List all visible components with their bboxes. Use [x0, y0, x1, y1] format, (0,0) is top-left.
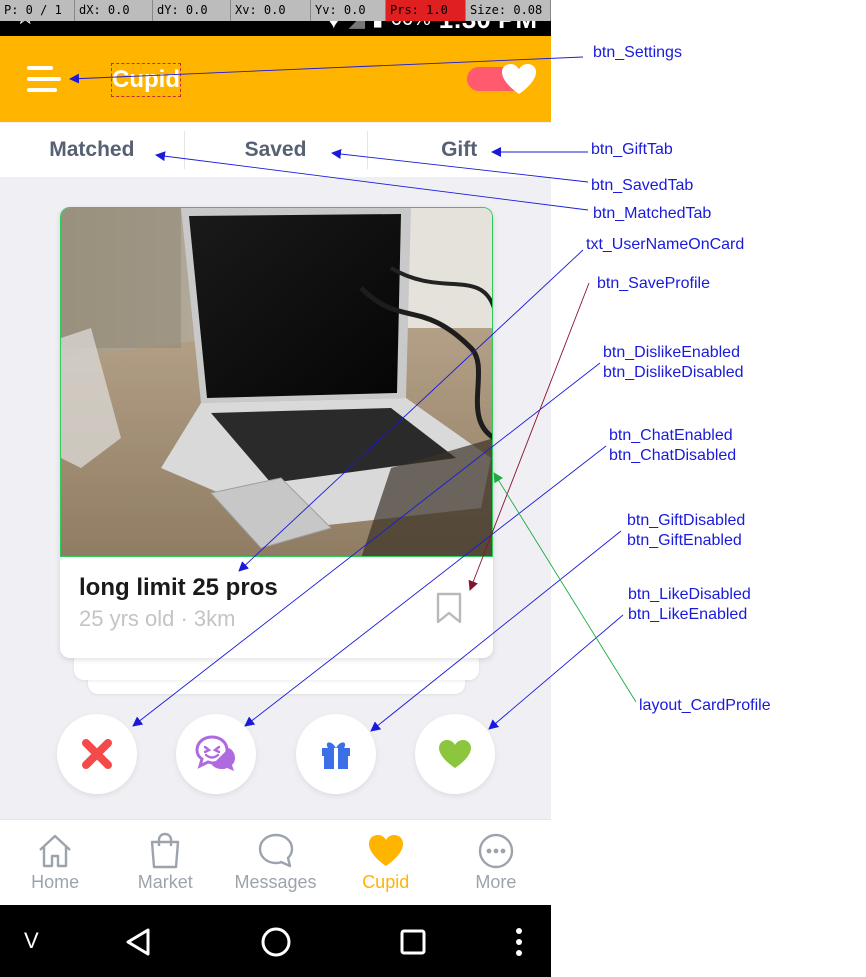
keyboard-hide-button[interactable]: V [24, 928, 39, 954]
laptop-photo-image [61, 208, 492, 556]
save-profile-bookmark-icon[interactable] [436, 592, 462, 624]
heart-icon [439, 740, 471, 768]
annotation-settings: btn_Settings [593, 44, 682, 61]
annotation-gift-disabled: btn_GiftDisabled [627, 512, 746, 529]
annotation-saved-tab: btn_SavedTab [591, 177, 694, 194]
chat-icon [258, 833, 293, 868]
nav-messages-label: Messages [234, 872, 317, 892]
system-navigation-bar: V [0, 905, 551, 977]
annotation-like-disabled: btn_LikeDisabled [628, 586, 751, 603]
nav-market-label: Market [137, 872, 193, 892]
nav-more-label: More [475, 872, 517, 892]
debug-prs: Prs: 1.0 [386, 0, 466, 21]
page-title: Cupid [111, 63, 181, 97]
annotation-matched-tab: btn_MatchedTab [593, 205, 712, 222]
annotation-chat-enabled: btn_ChatEnabled [609, 427, 733, 444]
chat-bubbles-icon [195, 735, 235, 771]
annotation-gift-enabled: btn_GiftEnabled [627, 532, 742, 549]
annotation-username: txt_UserNameOnCard [586, 236, 745, 253]
recents-icon[interactable] [399, 928, 427, 956]
shopping-bag-icon [151, 832, 180, 869]
nav-home-label: Home [31, 872, 80, 892]
home-circle-icon[interactable] [260, 926, 292, 958]
debug-size: Size: 0.08 [466, 0, 551, 21]
annotation-dislike-enabled: btn_DislikeEnabled [603, 344, 740, 361]
card-user-name: long limit 25 pros [79, 574, 278, 601]
phone-screen: ✯ ♥ ◢ ▮ 66% 1:30 PM P: 0 / 1 dX: 0.0 dY:… [0, 0, 551, 977]
nav-cupid[interactable]: Cupid [331, 820, 441, 906]
annotation-chat-disabled: btn_ChatDisabled [609, 447, 737, 464]
nav-home[interactable]: Home [0, 820, 110, 906]
home-icon [39, 834, 71, 868]
heart-icon [368, 835, 403, 866]
tab-saved[interactable]: Saved [183, 123, 368, 177]
debug-p: P: 0 / 1 [0, 0, 75, 21]
tab-matched[interactable]: Matched [0, 123, 184, 177]
debug-dy: dY: 0.0 [153, 0, 231, 21]
bottom-navigation: Home Market Messages Cupid More [0, 819, 551, 906]
debug-yv: Yv: 0.0 [311, 0, 386, 21]
debug-dx: dX: 0.0 [75, 0, 153, 21]
profile-photo[interactable] [60, 207, 493, 557]
settings-menu-button[interactable] [27, 66, 61, 92]
dislike-button[interactable] [57, 714, 137, 794]
annotation-card-profile: layout_CardProfile [639, 697, 771, 714]
nav-messages[interactable]: Messages [220, 820, 330, 906]
heart-knob-icon [502, 64, 536, 94]
annotation-save-profile: btn_SaveProfile [597, 275, 710, 292]
nav-cupid-label: Cupid [362, 872, 410, 892]
gift-button[interactable] [296, 714, 376, 794]
tab-bar: Matched Saved Gift [0, 123, 551, 177]
more-icon [478, 833, 514, 869]
back-icon[interactable] [124, 927, 152, 957]
tab-gift[interactable]: Gift [367, 123, 551, 177]
chat-button[interactable] [176, 714, 256, 794]
annotation-like-enabled: btn_LikeEnabled [628, 606, 748, 623]
like-button[interactable] [415, 714, 495, 794]
debug-xv: Xv: 0.0 [231, 0, 311, 21]
annotation-gift-tab: btn_GiftTab [591, 141, 673, 158]
overflow-menu-icon[interactable] [514, 927, 524, 957]
card-user-details: 25 yrs old · 3km [79, 606, 236, 631]
pointer-debug-bar: P: 0 / 1 dX: 0.0 dY: 0.0 Xv: 0.0 Yv: 0.0… [0, 0, 551, 21]
annotation-dislike-disabled: btn_DislikeDisabled [603, 364, 744, 381]
gift-icon [322, 742, 350, 769]
x-icon [82, 739, 112, 769]
nav-market[interactable]: Market [110, 820, 220, 906]
nav-more[interactable]: More [441, 820, 551, 906]
